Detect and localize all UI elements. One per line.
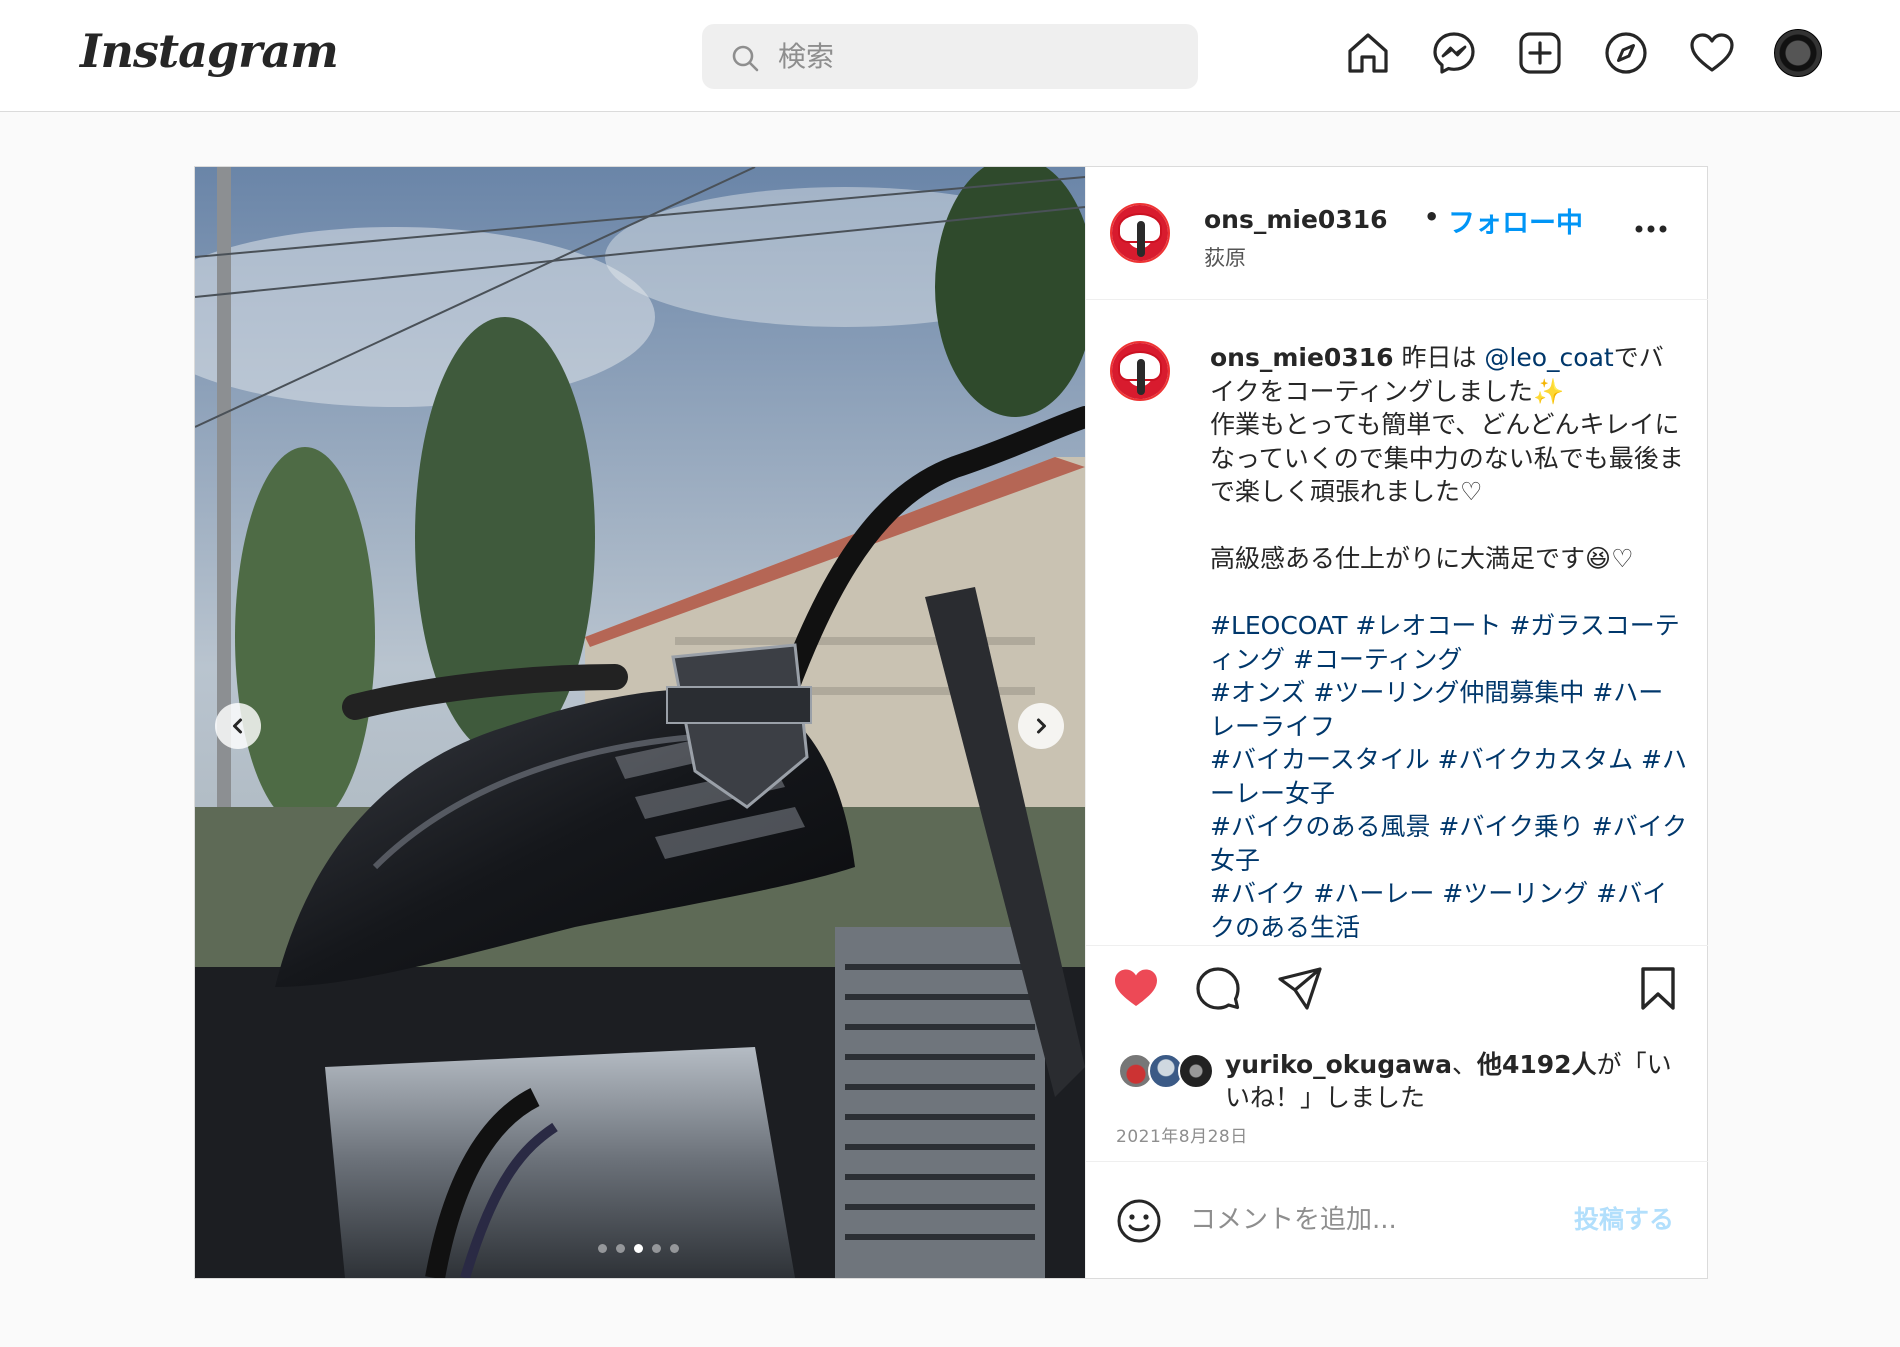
likes-summary[interactable]: yuriko_okugawa、他4192人が「いいね！」しました bbox=[1225, 1048, 1675, 1114]
search-box[interactable] bbox=[702, 24, 1198, 89]
search-input[interactable] bbox=[778, 24, 1178, 89]
carousel-dot bbox=[616, 1244, 625, 1253]
post-media-carousel[interactable] bbox=[195, 167, 1085, 1278]
author-avatar[interactable] bbox=[1110, 203, 1170, 263]
home-icon[interactable] bbox=[1344, 29, 1392, 77]
likes-count[interactable]: 他4192人 bbox=[1477, 1050, 1597, 1079]
following-button[interactable]: フォロー中 bbox=[1448, 201, 1583, 240]
post-comment-button[interactable]: 投稿する bbox=[1574, 1200, 1674, 1236]
first-liker-username[interactable]: yuriko_okugawa bbox=[1225, 1050, 1452, 1079]
new-post-icon[interactable] bbox=[1516, 29, 1564, 77]
carousel-indicators bbox=[598, 1244, 688, 1253]
chevron-right-icon bbox=[1037, 718, 1046, 734]
more-options-icon[interactable] bbox=[1634, 224, 1668, 234]
post-date[interactable]: 2021年8月28日 bbox=[1116, 1122, 1248, 1147]
top-navigation-bar: Instagram bbox=[0, 0, 1900, 112]
post-actions: yuriko_okugawa、他4192人が「いいね！」しました 2021年8月… bbox=[1086, 945, 1708, 1160]
activity-heart-icon[interactable] bbox=[1688, 29, 1736, 77]
carousel-dot bbox=[670, 1244, 679, 1253]
post-header: ons_mie0316 • フォロー中 荻原 bbox=[1086, 167, 1708, 300]
post-card: ons_mie0316 • フォロー中 荻原 ons_mie0316 昨日は @… bbox=[194, 166, 1708, 1279]
messenger-icon[interactable] bbox=[1430, 29, 1478, 77]
save-bookmark-icon[interactable] bbox=[1634, 964, 1682, 1012]
caption-body: でバイクをコーティングしました✨ 作業もとっても簡単で、どんどんキレイになってい… bbox=[1210, 343, 1684, 573]
caption-body-start: 昨日は bbox=[1393, 343, 1485, 372]
search-icon bbox=[732, 45, 759, 72]
liker-avatar bbox=[1178, 1053, 1214, 1089]
carousel-dot bbox=[598, 1244, 607, 1253]
post-details-panel: ons_mie0316 • フォロー中 荻原 ons_mie0316 昨日は @… bbox=[1085, 167, 1708, 1278]
share-icon[interactable] bbox=[1276, 964, 1324, 1012]
caption-mention-link[interactable]: @leo_coat bbox=[1484, 343, 1613, 372]
carousel-prev-button[interactable] bbox=[215, 703, 261, 749]
comment-input[interactable] bbox=[1190, 1194, 1550, 1246]
carousel-dot bbox=[652, 1244, 661, 1253]
instagram-logo[interactable]: Instagram bbox=[80, 24, 339, 78]
profile-avatar[interactable] bbox=[1774, 29, 1822, 77]
header-separator: • bbox=[1424, 203, 1440, 231]
post-photo bbox=[195, 167, 1085, 1278]
chevron-left-icon bbox=[233, 718, 242, 734]
emoji-icon[interactable] bbox=[1116, 1198, 1162, 1244]
comment-icon[interactable] bbox=[1194, 964, 1242, 1012]
carousel-dot bbox=[634, 1244, 643, 1253]
liked-heart-icon[interactable] bbox=[1112, 964, 1160, 1012]
nav-icons bbox=[1344, 29, 1822, 77]
add-comment-bar: 投稿する bbox=[1086, 1161, 1708, 1278]
caption-scroll-area[interactable]: ons_mie0316 昨日は @leo_coatでバイクをコーティングしました… bbox=[1086, 301, 1708, 945]
explore-icon[interactable] bbox=[1602, 29, 1650, 77]
carousel-next-button[interactable] bbox=[1018, 703, 1064, 749]
caption-author-avatar[interactable] bbox=[1110, 341, 1170, 401]
likers-avatars[interactable] bbox=[1118, 1053, 1218, 1091]
caption-text: ons_mie0316 昨日は @leo_coatでバイクをコーティングしました… bbox=[1210, 341, 1688, 944]
likes-joiner: 、 bbox=[1451, 1050, 1477, 1079]
caption-hashtags[interactable]: #LEOCOAT #レオコート #ガラスコーティング #コーティング #オンズ … bbox=[1210, 611, 1687, 942]
caption-username[interactable]: ons_mie0316 bbox=[1210, 343, 1394, 372]
post-location[interactable]: 荻原 bbox=[1204, 242, 1246, 272]
author-username[interactable]: ons_mie0316 bbox=[1204, 205, 1388, 234]
